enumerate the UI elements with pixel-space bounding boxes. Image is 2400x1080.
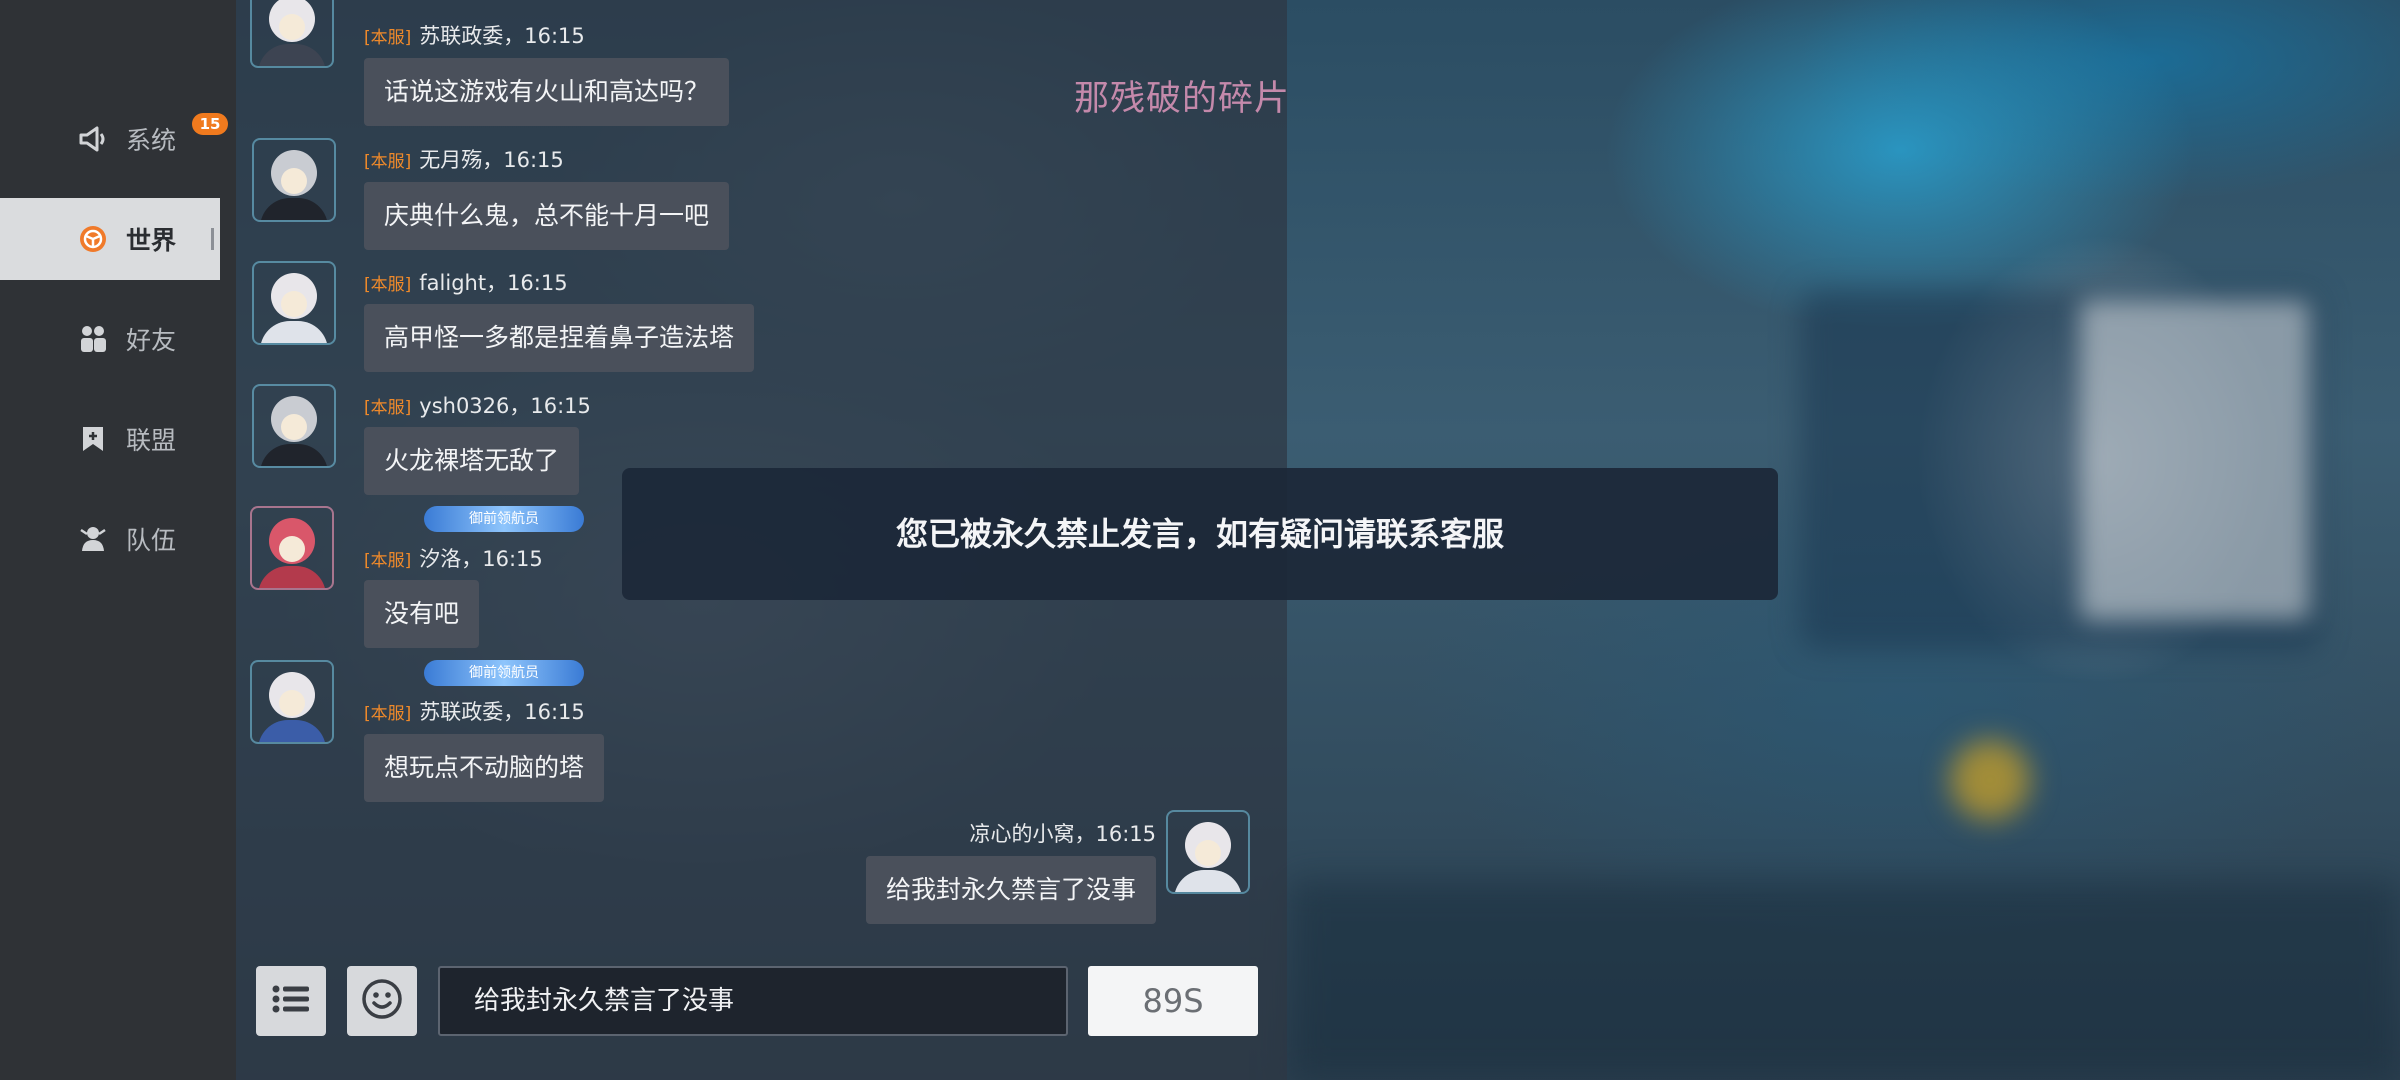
unread-badge: 15 [192, 113, 228, 135]
team-icon [78, 524, 108, 554]
muted-notice-toast: 您已被永久禁止发言，如有疑问请联系客服 [622, 468, 1778, 600]
blurred-coin [1950, 740, 2030, 820]
blurred-bottom-bar [1290, 880, 2400, 1080]
server-tag: [本服] [364, 704, 412, 724]
smiley-icon [361, 978, 403, 1024]
message-meta: [本服] 汐洛，16:15 [364, 543, 543, 573]
send-button-cooldown[interactable]: 89S [1088, 966, 1258, 1036]
message-meta: [本服] falight，16:15 [364, 267, 568, 297]
active-indicator [211, 228, 214, 250]
list-icon [272, 984, 310, 1018]
blurred-card [2080, 300, 2310, 620]
quick-phrase-list-button[interactable] [256, 966, 326, 1036]
avatar[interactable] [252, 0, 332, 66]
sender-time: falight，16:15 [419, 271, 568, 295]
friends-icon [78, 324, 108, 354]
avatar[interactable] [254, 263, 334, 343]
nav-item-friends[interactable]: 好友 [0, 298, 220, 380]
server-tag: [本服] [364, 551, 412, 571]
sender-time: 苏联政委，16:15 [419, 700, 585, 724]
own-message-bubble[interactable]: 给我封永久禁言了没事 [865, 856, 1156, 924]
self-avatar[interactable] [1168, 812, 1248, 892]
message-bubble[interactable]: 没有吧 [364, 580, 480, 648]
nav-item-world[interactable]: 世界 [0, 198, 220, 280]
sender-time: 汐洛，16:15 [419, 547, 543, 571]
avatar[interactable] [254, 140, 334, 220]
nav-label-world: 世界 [126, 226, 177, 255]
message-meta: [本服] 苏联政委，16:15 [364, 696, 585, 726]
server-tag: [本服] [364, 275, 412, 295]
background-title-text: 那残破的碎片 [1074, 79, 1291, 119]
message-bubble[interactable]: 火龙裸塔无敌了 [364, 427, 580, 495]
title-badge: 御前领航员 [424, 660, 584, 686]
sender-time: 苏联政委，16:15 [419, 24, 585, 48]
message-meta: 凉心的小窝，16:15 [969, 822, 1156, 846]
nav-item-system[interactable]: 系统 [0, 98, 220, 180]
message-meta: [本服] ysh0326，16:15 [364, 390, 591, 420]
message-meta: [本服] 苏联政委，16:15 [364, 20, 585, 50]
chat-input[interactable]: 给我封永久禁言了没事 [438, 966, 1068, 1036]
server-tag: [本服] [364, 152, 412, 172]
avatar[interactable] [252, 508, 332, 588]
chat-channel-sidebar: 系统 15 世界 好友 联盟 队伍 [0, 0, 236, 1080]
title-badge: 御前领航员 [424, 506, 584, 532]
message-meta: [本服] 无月殇，16:15 [364, 144, 564, 174]
nav-label-alliance: 联盟 [126, 426, 177, 455]
nav-label-system: 系统 [126, 126, 177, 155]
server-tag: [本服] [364, 28, 412, 48]
sender-time: 无月殇，16:15 [419, 148, 564, 172]
avatar[interactable] [254, 386, 334, 466]
message-bubble[interactable]: 庆典什么鬼，总不能十月一吧 [364, 182, 730, 250]
nav-label-team: 队伍 [126, 526, 177, 555]
nav-item-alliance[interactable]: 联盟 [0, 398, 220, 480]
message-bubble[interactable]: 话说这游戏有火山和高达吗？ [364, 58, 730, 126]
emoji-button[interactable] [347, 966, 417, 1036]
sender-time: ysh0326，16:15 [419, 394, 591, 418]
avatar[interactable] [252, 662, 332, 742]
message-bubble[interactable]: 想玩点不动脑的塔 [364, 734, 605, 802]
server-tag: [本服] [364, 398, 412, 418]
alliance-bookmark-icon [78, 424, 108, 454]
megaphone-icon [78, 124, 108, 154]
steering-wheel-icon [78, 224, 108, 254]
nav-label-friends: 好友 [126, 326, 177, 355]
nav-item-team[interactable]: 队伍 [0, 498, 220, 580]
message-bubble[interactable]: 高甲怪一多都是捏着鼻子造法塔 [364, 304, 755, 372]
